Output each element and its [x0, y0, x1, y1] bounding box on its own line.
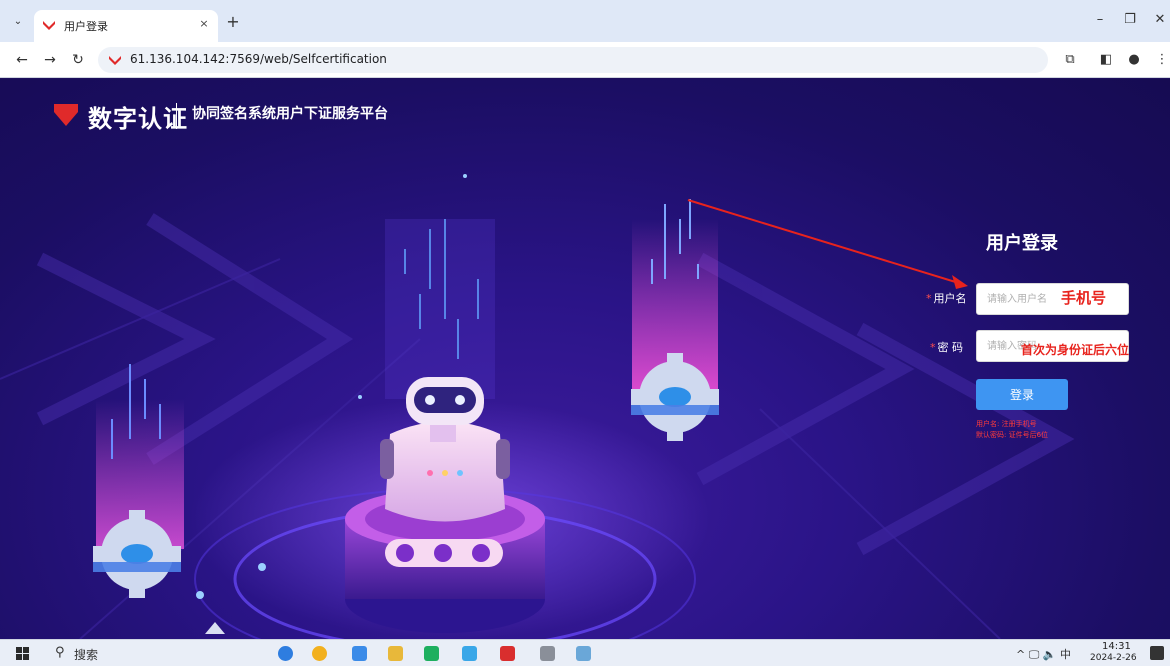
screen-app-icon[interactable] [462, 646, 477, 661]
login-page: 数字认证 协同签名系统用户下证服务平台 用户登录 *用户名 手机号 *密 码 首… [0, 79, 1170, 639]
minimize-icon[interactable]: – [1092, 12, 1108, 27]
os-taskbar: ⚲ 搜索 ^ 🖵 🔈 中 14:31 2024-2-26 [0, 639, 1170, 666]
edge-icon[interactable] [278, 646, 293, 661]
bjca-logo-icon [54, 104, 78, 126]
maximize-icon[interactable]: ❐ [1122, 12, 1138, 27]
brand-logo-text: 数字认证 [88, 105, 188, 133]
sidepanel-icon[interactable]: ◧ [1098, 52, 1114, 67]
password-label: * 密 码 [930, 341, 963, 354]
username-annotation: 手机号 [1061, 289, 1107, 307]
file-explorer-icon[interactable] [388, 646, 403, 661]
browser-tab-bar: ⌄ 用户登录 × + – ❐ ✕ [0, 0, 1170, 42]
wechat-icon[interactable] [424, 646, 439, 661]
login-button[interactable]: 登录 [976, 379, 1068, 410]
forward-icon[interactable]: → [42, 52, 58, 68]
ie-icon[interactable] [352, 646, 367, 661]
browser-tab[interactable]: 用户登录 × [34, 10, 218, 42]
chrome-icon[interactable] [312, 646, 327, 661]
system-tray[interactable]: ^ 🖵 🔈 中 [1016, 646, 1071, 662]
pen-app-icon[interactable] [576, 646, 591, 661]
hint-username: 用户名: 注册手机号 [976, 420, 1037, 428]
site-favicon-icon [43, 21, 55, 30]
header-divider [176, 103, 177, 129]
clock-time[interactable]: 14:31 [1102, 641, 1131, 652]
tab-search-chevron-icon[interactable]: ⌄ [10, 14, 26, 30]
windows-start-icon[interactable] [16, 647, 29, 660]
url-text: 61.136.104.142:7569/web/Selfcertificatio… [130, 52, 387, 66]
search-icon[interactable]: ⚲ [55, 645, 65, 660]
profile-icon[interactable]: ● [1126, 52, 1142, 67]
login-title: 用户登录 [986, 233, 1058, 254]
clock-date[interactable]: 2024-2-26 [1090, 653, 1137, 663]
tab-close-icon[interactable]: × [196, 16, 212, 32]
settings-icon[interactable] [540, 646, 555, 661]
address-bar[interactable]: 61.136.104.142:7569/web/Selfcertificatio… [98, 47, 1048, 73]
back-icon[interactable]: ← [14, 52, 30, 68]
notification-icon[interactable] [1150, 646, 1164, 660]
platform-title: 协同签名系统用户下证服务平台 [192, 106, 388, 122]
new-tab-button[interactable]: + [224, 12, 242, 31]
username-input[interactable] [976, 283, 1129, 315]
hint-password: 默认密码: 证件号后6位 [976, 431, 1049, 439]
username-label: * 用户名 [926, 292, 967, 305]
taskbar-search[interactable]: 搜索 [74, 646, 98, 663]
extensions-icon[interactable]: ⧉ [1062, 52, 1078, 67]
reload-icon[interactable]: ↻ [70, 52, 86, 68]
menu-icon[interactable]: ⋮ [1154, 52, 1170, 67]
browser-toolbar: ← → ↻ 61.136.104.142:7569/web/Selfcertif… [0, 42, 1170, 78]
close-window-icon[interactable]: ✕ [1152, 12, 1168, 27]
tab-title: 用户登录 [64, 20, 108, 33]
wps-icon[interactable] [500, 646, 515, 661]
password-annotation: 首次为身份证后六位 [1021, 343, 1130, 357]
site-favicon-icon [109, 56, 121, 65]
